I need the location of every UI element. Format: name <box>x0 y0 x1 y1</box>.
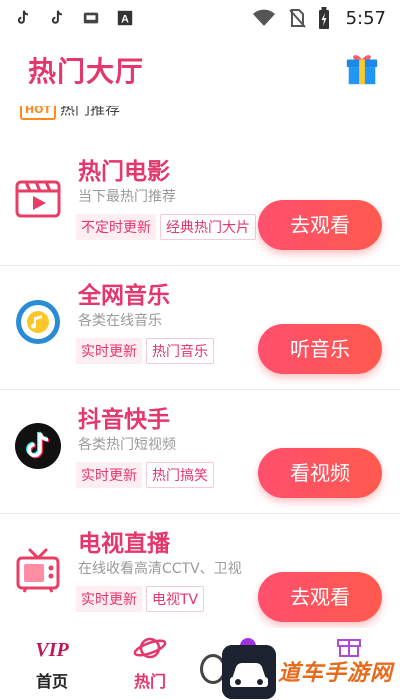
douyin-icon <box>15 423 61 469</box>
card-subtitle: 各类热门短视频 <box>78 437 176 453</box>
tag-category: 经典热门大片 <box>160 214 256 240</box>
nav-label-home: 首页 <box>35 672 68 691</box>
tiktok-icon <box>51 10 63 24</box>
battery-icon <box>318 7 329 29</box>
card-tags: 实时更新 热门搞笑 <box>76 462 214 488</box>
tag-update: 不定时更新 <box>76 214 156 240</box>
card-music[interactable]: 全网音乐 各类在线音乐 实时更新 热门音乐 听音乐 <box>0 266 400 390</box>
gift-icon[interactable] <box>343 50 381 88</box>
music-disc-icon <box>16 300 60 344</box>
text-a-icon: A <box>117 10 133 26</box>
movie-clapper-icon <box>15 180 61 218</box>
watch-movie-button[interactable]: 去观看 <box>258 200 382 250</box>
tag-category: 热门搞笑 <box>146 462 214 488</box>
hot-strip-text: 热门推荐 <box>60 106 121 118</box>
listen-music-button[interactable]: 听音乐 <box>258 324 382 374</box>
status-left-icons: A <box>14 9 134 27</box>
card-subtitle: 在线收看高清CCTV、卫视 <box>78 561 242 577</box>
watermark-text: 道车手游网 <box>278 661 394 686</box>
card-tags: 实时更新 电视TV <box>76 586 205 612</box>
nav-label-hot: 热门 <box>133 672 166 691</box>
card-tags: 不定时更新 经典热门大片 <box>76 214 256 240</box>
watermark-logo-icon <box>222 645 276 699</box>
tag-update: 实时更新 <box>76 462 142 488</box>
card-title: 热门电影 <box>78 159 170 185</box>
hot-badge: HOT <box>20 106 56 120</box>
hot-strip: HOT 热门推荐 <box>20 106 400 124</box>
card-short-video[interactable]: 抖音快手 各类热门短视频 实时更新 热门搞笑 看视频 <box>0 390 400 514</box>
tv-set-icon <box>16 548 60 593</box>
card-subtitle: 当下最热门推荐 <box>78 189 176 205</box>
tag-update: 实时更新 <box>76 586 142 612</box>
tag-update: 实时更新 <box>76 338 142 364</box>
tiktok-icon <box>17 10 29 24</box>
svg-text:A: A <box>121 14 129 26</box>
tag-category: 热门音乐 <box>146 338 214 364</box>
watch-tv-button[interactable]: 去观看 <box>258 572 382 622</box>
planet-icon <box>133 637 167 659</box>
card-title: 全网音乐 <box>78 283 170 309</box>
vip-icon: VIP <box>35 639 69 661</box>
watch-video-button[interactable]: 看视频 <box>258 448 382 498</box>
nav-item-home[interactable]: VIP 首页 <box>22 634 82 692</box>
card-tv-live[interactable]: 电视直播 在线收看高清CCTV、卫视 实时更新 电视TV 去观看 <box>0 514 400 638</box>
card-tags: 实时更新 热门音乐 <box>76 338 214 364</box>
no-sim-icon <box>288 9 306 28</box>
header: 热门大厅 <box>0 44 400 100</box>
status-bar: A 5:57 <box>0 0 400 36</box>
tv-icon <box>83 12 99 24</box>
wifi-icon <box>252 9 275 26</box>
tag-category: 电视TV <box>146 586 205 612</box>
status-right-icons: 5:57 <box>252 7 386 29</box>
page-title: 热门大厅 <box>28 55 145 88</box>
nav-item-hot[interactable]: 热门 <box>120 634 180 692</box>
card-subtitle: 各类在线音乐 <box>78 313 162 329</box>
status-time: 5:57 <box>345 7 386 29</box>
card-title: 电视直播 <box>78 531 170 557</box>
card-movies[interactable]: 热门电影 当下最热门推荐 不定时更新 经典热门大片 去观看 <box>0 142 400 266</box>
svg-text:VIP: VIP <box>35 639 69 661</box>
card-title: 抖音快手 <box>78 407 170 433</box>
